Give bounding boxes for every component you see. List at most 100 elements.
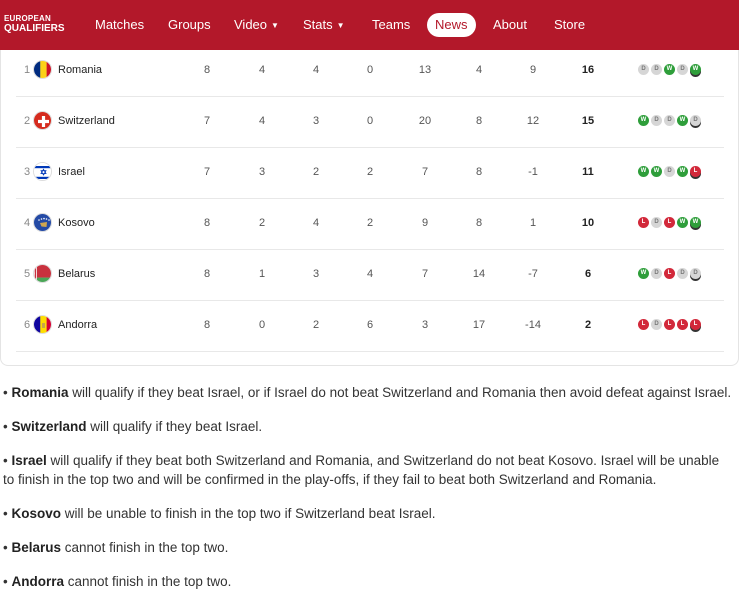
form-result[interactable]: L [638,319,649,330]
flag-belarus-icon [33,264,52,283]
goal-difference: -1 [528,166,538,178]
played: 7 [203,166,211,178]
flag-switzerland-icon [33,111,52,130]
european-qualifiers-logo[interactable]: EUROPEAN QUALIFIERS [4,14,65,34]
nav-item-matches[interactable]: Matches [95,0,144,50]
team-name[interactable]: Belarus [58,249,95,300]
played: 7 [203,115,211,127]
team-name[interactable]: Kosovo [58,198,95,249]
played: 8 [203,268,211,280]
goal-difference: 9 [529,64,537,76]
form-result[interactable]: L [690,319,701,330]
form-result[interactable]: L [664,268,675,279]
goals-against: 8 [475,115,483,127]
form-result[interactable]: W [664,64,675,75]
lost: 0 [366,115,374,127]
drawn: 4 [312,64,320,76]
nav-item-news[interactable]: News [427,13,476,37]
team-name[interactable]: Romania [58,45,102,96]
points: 15 [581,115,595,127]
form-result[interactable]: L [664,217,675,228]
form-result[interactable]: W [638,115,649,126]
form-result[interactable]: D [651,319,662,330]
drawn: 2 [312,319,320,331]
form-result[interactable]: L [638,217,649,228]
chevron-down-icon: ▼ [271,20,279,30]
nav-item-store[interactable]: Store [554,0,585,50]
points: 11 [582,166,594,178]
goals-against: 8 [475,166,483,178]
form-result[interactable]: W [638,268,649,279]
won: 4 [258,115,266,127]
flag-israel-icon [33,162,52,181]
form-result[interactable]: W [690,217,701,228]
form-result[interactable]: W [638,166,649,177]
goals-for: 9 [421,217,429,229]
chevron-down-icon: ▼ [336,20,345,30]
form-result[interactable]: L [690,166,701,177]
form-result[interactable]: D [677,268,688,279]
form-result[interactable]: D [651,268,662,279]
points: 2 [584,319,592,331]
lost: 0 [366,64,374,76]
lost: 4 [366,268,374,280]
form-result[interactable]: W [677,166,688,177]
team-name-bold: Israel [11,453,47,468]
won: 3 [258,166,266,178]
form-result[interactable]: D [664,115,675,126]
form-result[interactable]: D [690,268,701,279]
form-result[interactable]: L [677,319,688,330]
form-result[interactable]: W [651,166,662,177]
top-navigation-bar: EUROPEAN QUALIFIERS Matches Groups Video… [0,0,739,50]
team-name-bold: Switzerland [11,419,87,434]
scenario-belarus: • Belarus cannot finish in the top two. [3,540,229,555]
scenario-switzerland: • Switzerland will qualify if they beat … [3,419,263,434]
table-row[interactable]: 3 Israel 7 3 2 2 7 8 -1 11 WWDWL [16,147,724,199]
nav-item-groups[interactable]: Groups [168,0,211,50]
played: 8 [203,319,211,331]
won: 0 [258,319,266,331]
table-row[interactable]: 6 Andorra 8 0 2 6 3 17 -14 2 LDLLL [16,300,724,352]
nav-item-about[interactable]: About [493,0,527,50]
form-result[interactable]: D [638,64,649,75]
form-result[interactable]: D [677,64,688,75]
drawn: 4 [312,217,320,229]
nav-item-teams[interactable]: Teams [372,0,410,50]
played: 8 [203,217,211,229]
lost: 6 [366,319,374,331]
scenario-kosovo: • Kosovo will be unable to finish in the… [3,506,436,521]
goals-against: 14 [472,268,486,280]
form-result[interactable]: D [651,64,662,75]
drawn: 3 [312,268,320,280]
team-name-bold: Andorra [11,574,64,589]
table-row[interactable]: 2 Switzerland 7 4 3 0 20 8 12 15 WDDWD [16,96,724,148]
form-result[interactable]: W [677,217,688,228]
form-result[interactable]: W [677,115,688,126]
nav-item-video[interactable]: Video ▼ [234,0,279,50]
team-name[interactable]: Andorra [58,300,97,351]
table-row[interactable]: 1 Romania 8 4 4 0 13 4 9 16 DDWDW [16,45,724,97]
form-result[interactable]: W [690,64,701,75]
team-name[interactable]: Switzerland [58,96,115,147]
team-name[interactable]: Israel [58,147,85,198]
form-result[interactable]: D [651,217,662,228]
form-result[interactable]: D [664,166,675,177]
form-result[interactable]: D [651,115,662,126]
goals-against: 4 [475,64,483,76]
goals-against: 17 [472,319,486,331]
form-guide: DDWDW [638,64,703,78]
flag-romania-icon [33,60,52,79]
nav-item-stats[interactable]: Stats ▼ [303,0,345,50]
won: 1 [258,268,266,280]
flag-andorra-icon [33,315,52,334]
lost: 2 [366,217,374,229]
scenario-andorra: • Andorra cannot finish in the top two. [3,574,232,589]
form-result[interactable]: L [664,319,675,330]
goal-difference: 1 [529,217,537,229]
team-name-bold: Belarus [11,540,62,555]
form-result[interactable]: D [690,115,701,126]
goals-for: 7 [421,268,429,280]
table-row[interactable]: 5 Belarus 8 1 3 4 7 14 -7 6 WDLDD [16,249,724,301]
table-row[interactable]: 4 Kosovo 8 2 4 2 9 8 1 10 LDLWW [16,198,724,250]
goal-difference: 12 [526,115,540,127]
